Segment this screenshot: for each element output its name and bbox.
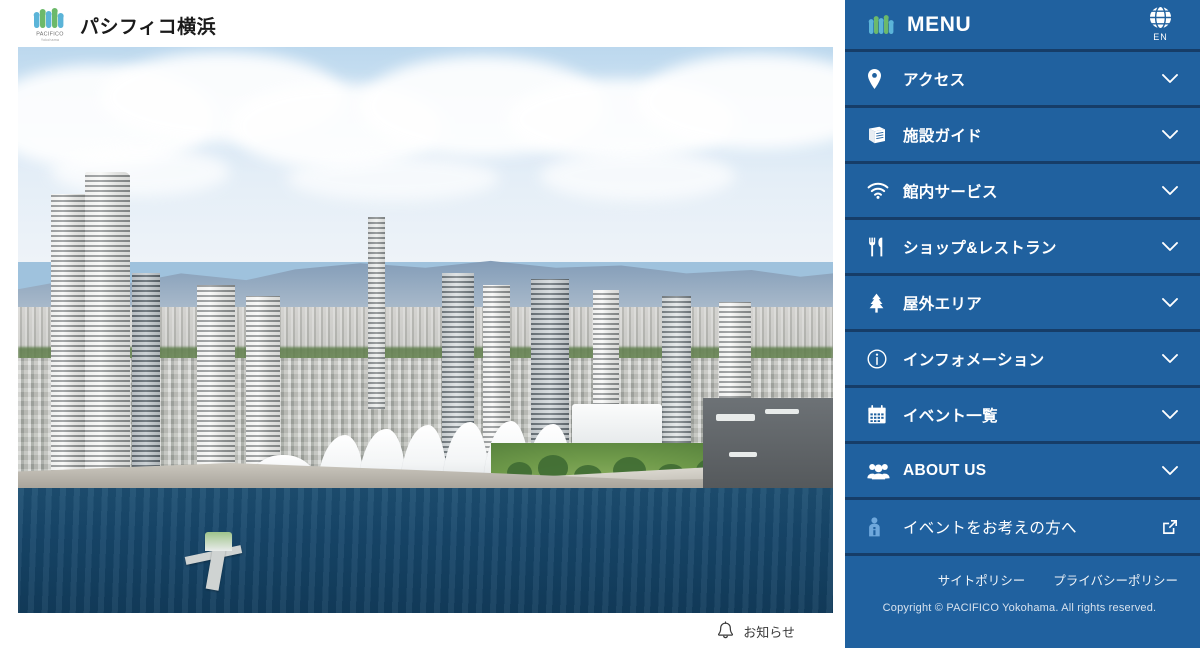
menu-items-list: アクセス 施設ガイド 館内サービス ショップ&レストラン 屋外エリア インフォメ…: [845, 52, 1200, 556]
people-icon: [867, 462, 893, 480]
sidebar-footer: サイトポリシー プライバシーポリシー Copyright © PACIFICO …: [845, 556, 1200, 648]
wifi-icon: [867, 182, 893, 199]
hero-image: [18, 47, 833, 613]
copyright-text: Copyright © PACIFICO Yokohama. All right…: [882, 602, 1157, 614]
external-link-icon: [1162, 519, 1178, 535]
main-content: PACIFICO Yokohama パシフィコ横浜 お知らせ: [0, 0, 845, 648]
notice-bar[interactable]: お知らせ: [18, 614, 833, 648]
sidebar-item-in-house-services[interactable]: 館内サービス: [845, 164, 1200, 220]
chevron-down-icon: [1162, 241, 1178, 252]
sidebar-item-for-event-planners[interactable]: イベントをお考えの方へ: [845, 500, 1200, 556]
sidebar-item-about-us[interactable]: ABOUT US: [845, 444, 1200, 500]
sidebar-item-label: イベント一覧: [903, 407, 998, 425]
sidebar-item-label: ABOUT US: [903, 461, 987, 479]
chevron-down-icon: [1162, 409, 1178, 420]
language-switcher[interactable]: EN: [1147, 4, 1174, 42]
chevron-down-icon: [1162, 353, 1178, 364]
menu-title: MENU: [907, 12, 972, 36]
chevron-down-icon: [1162, 297, 1178, 308]
pacifico-logo-mark: PACIFICO Yokohama: [30, 6, 70, 44]
language-label: EN: [1153, 32, 1168, 42]
sidebar-item-information[interactable]: インフォメーション: [845, 332, 1200, 388]
sidebar-item-access[interactable]: アクセス: [845, 52, 1200, 108]
sidebar-item-label: アクセス: [903, 71, 966, 89]
clouds: [18, 47, 833, 273]
tree-icon: [867, 293, 893, 313]
sidebar-item-facility-guide[interactable]: 施設ガイド: [845, 108, 1200, 164]
sidebar-item-label: イベントをお考えの方へ: [903, 519, 1077, 537]
cutlery-icon: [867, 237, 893, 257]
footer-link-privacy-policy[interactable]: プライバシーポリシー: [1053, 570, 1178, 589]
menu-header: MENU EN: [845, 0, 1200, 52]
chevron-down-icon: [1162, 73, 1178, 84]
sidebar-item-label: 屋外エリア: [903, 295, 983, 313]
sidebar-item-label: 館内サービス: [903, 183, 998, 201]
sidebar-item-outdoor-area[interactable]: 屋外エリア: [845, 276, 1200, 332]
footer-links: サイトポリシー プライバシーポリシー: [845, 570, 1200, 589]
sidebar-item-label: インフォメーション: [903, 351, 1045, 369]
info-circle-icon: [867, 348, 893, 369]
book-icon: [867, 126, 893, 144]
svg-text:PACIFICO: PACIFICO: [36, 32, 63, 38]
chevron-down-icon: [1162, 465, 1178, 476]
sidebar-item-label: ショップ&レストラン: [903, 239, 1057, 257]
calendar-icon: [867, 404, 893, 425]
footer-link-site-policy[interactable]: サイトポリシー: [938, 570, 1026, 589]
bell-icon: [716, 621, 735, 641]
sidebar-item-label: 施設ガイド: [903, 127, 983, 145]
sidebar-navigation: MENU EN アクセス 施設ガイド 館内サービス ショップ&レストラン 屋外エ…: [845, 0, 1200, 648]
pacifico-logo-mark: [867, 12, 895, 38]
globe-icon: [1147, 4, 1174, 31]
notice-label: お知らせ: [743, 624, 795, 640]
chevron-down-icon: [1162, 129, 1178, 140]
site-logo[interactable]: PACIFICO Yokohama パシフィコ横浜: [30, 6, 216, 44]
svg-text:Yokohama: Yokohama: [41, 38, 59, 42]
sidebar-item-event-list[interactable]: イベント一覧: [845, 388, 1200, 444]
site-logo-text: パシフィコ横浜: [80, 16, 217, 38]
page-root: PACIFICO Yokohama パシフィコ横浜 お知らせ MENU EN ア…: [0, 0, 1200, 648]
map-pin-icon: [867, 68, 893, 89]
wharf: [702, 397, 833, 489]
person-info-icon: [867, 516, 893, 537]
sidebar-item-shop-restaurant[interactable]: ショップ&レストラン: [845, 220, 1200, 276]
yokohama-bay-water: [18, 488, 833, 613]
chevron-down-icon: [1162, 185, 1178, 196]
